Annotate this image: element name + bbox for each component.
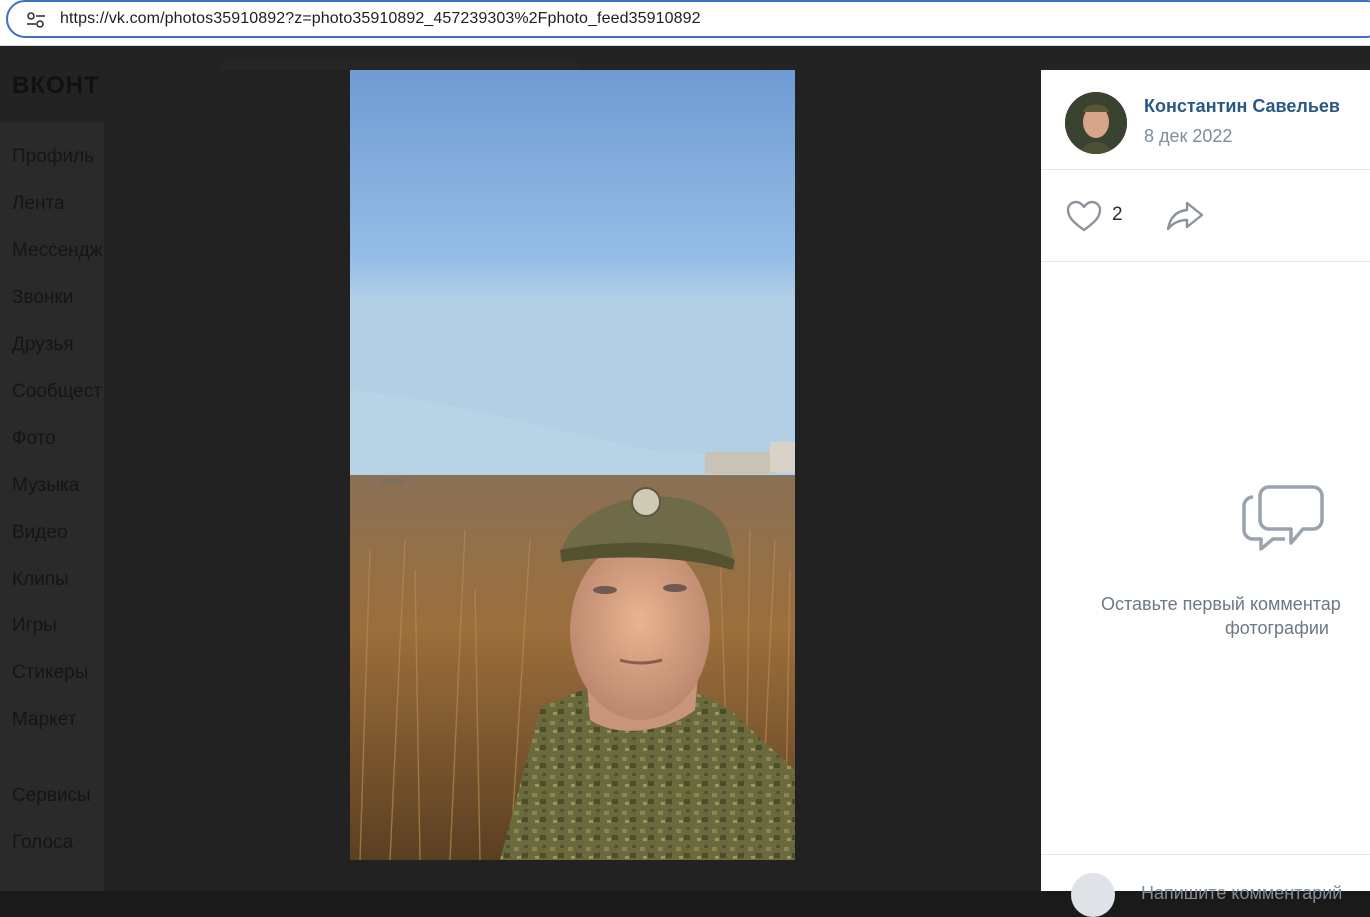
sidebar-item-market[interactable]: Маркет <box>12 709 76 731</box>
url-text[interactable]: https://vk.com/photos35910892?z=photo359… <box>60 10 701 28</box>
share-icon <box>1166 201 1204 231</box>
sidebar-item-calls[interactable]: Звонки <box>12 287 73 309</box>
like-count: 2 <box>1112 204 1123 225</box>
viewer-photo[interactable] <box>350 70 795 860</box>
author-header: Константин Савельев 8 дек 2022 <box>1041 70 1370 170</box>
photo-date[interactable]: 8 дек 2022 <box>1144 126 1232 147</box>
sidebar-item-profile[interactable]: Профиль <box>12 146 94 168</box>
sidebar-item-communities[interactable]: Сообщест <box>12 381 102 403</box>
empty-comments-text-2: фотографии <box>1225 618 1329 638</box>
heart-icon <box>1066 200 1102 232</box>
sidebar-item-feed[interactable]: Лента <box>12 193 65 215</box>
vk-logo[interactable]: ВКОНТ <box>12 72 100 100</box>
comment-compose: Напишите комментарий <box>1041 854 1370 917</box>
sidebar-item-votes[interactable]: Голоса <box>12 832 73 854</box>
sidebar-item-services[interactable]: Сервисы <box>12 785 91 807</box>
avatar[interactable] <box>1065 92 1127 154</box>
sidebar-item-photos[interactable]: Фото <box>12 428 56 450</box>
browser-address-bar: https://vk.com/photos35910892?z=photo359… <box>0 0 1370 46</box>
sidebar-item-video[interactable]: Видео <box>12 522 68 544</box>
photo-actions: 2 <box>1041 170 1370 262</box>
sidebar-item-messenger[interactable]: Мессендж <box>12 240 102 262</box>
sidebar-item-stickers[interactable]: Стикеры <box>12 662 88 684</box>
tune-icon[interactable] <box>26 11 46 29</box>
selfie-photo <box>350 70 795 860</box>
sidebar-item-friends[interactable]: Друзья <box>12 334 74 356</box>
author-name-link[interactable]: Константин Савельев <box>1144 96 1340 117</box>
comments-icon <box>1242 485 1324 551</box>
empty-comments-text: Оставьте первый комментар <box>1101 594 1341 614</box>
sidebar-item-games[interactable]: Игры <box>12 615 57 637</box>
like-button[interactable]: 2 <box>1065 199 1135 233</box>
comment-input[interactable]: Напишите комментарий <box>1141 883 1342 904</box>
sidebar-item-music[interactable]: Музыка <box>12 475 79 497</box>
photo-info-panel: Константин Савельев 8 дек 2022 2 Оставьт… <box>1041 70 1370 917</box>
sidebar-item-clips[interactable]: Клипы <box>12 569 69 591</box>
share-button[interactable] <box>1165 199 1205 233</box>
url-field[interactable]: https://vk.com/photos35910892?z=photo359… <box>6 0 1370 38</box>
my-avatar <box>1071 873 1115 917</box>
